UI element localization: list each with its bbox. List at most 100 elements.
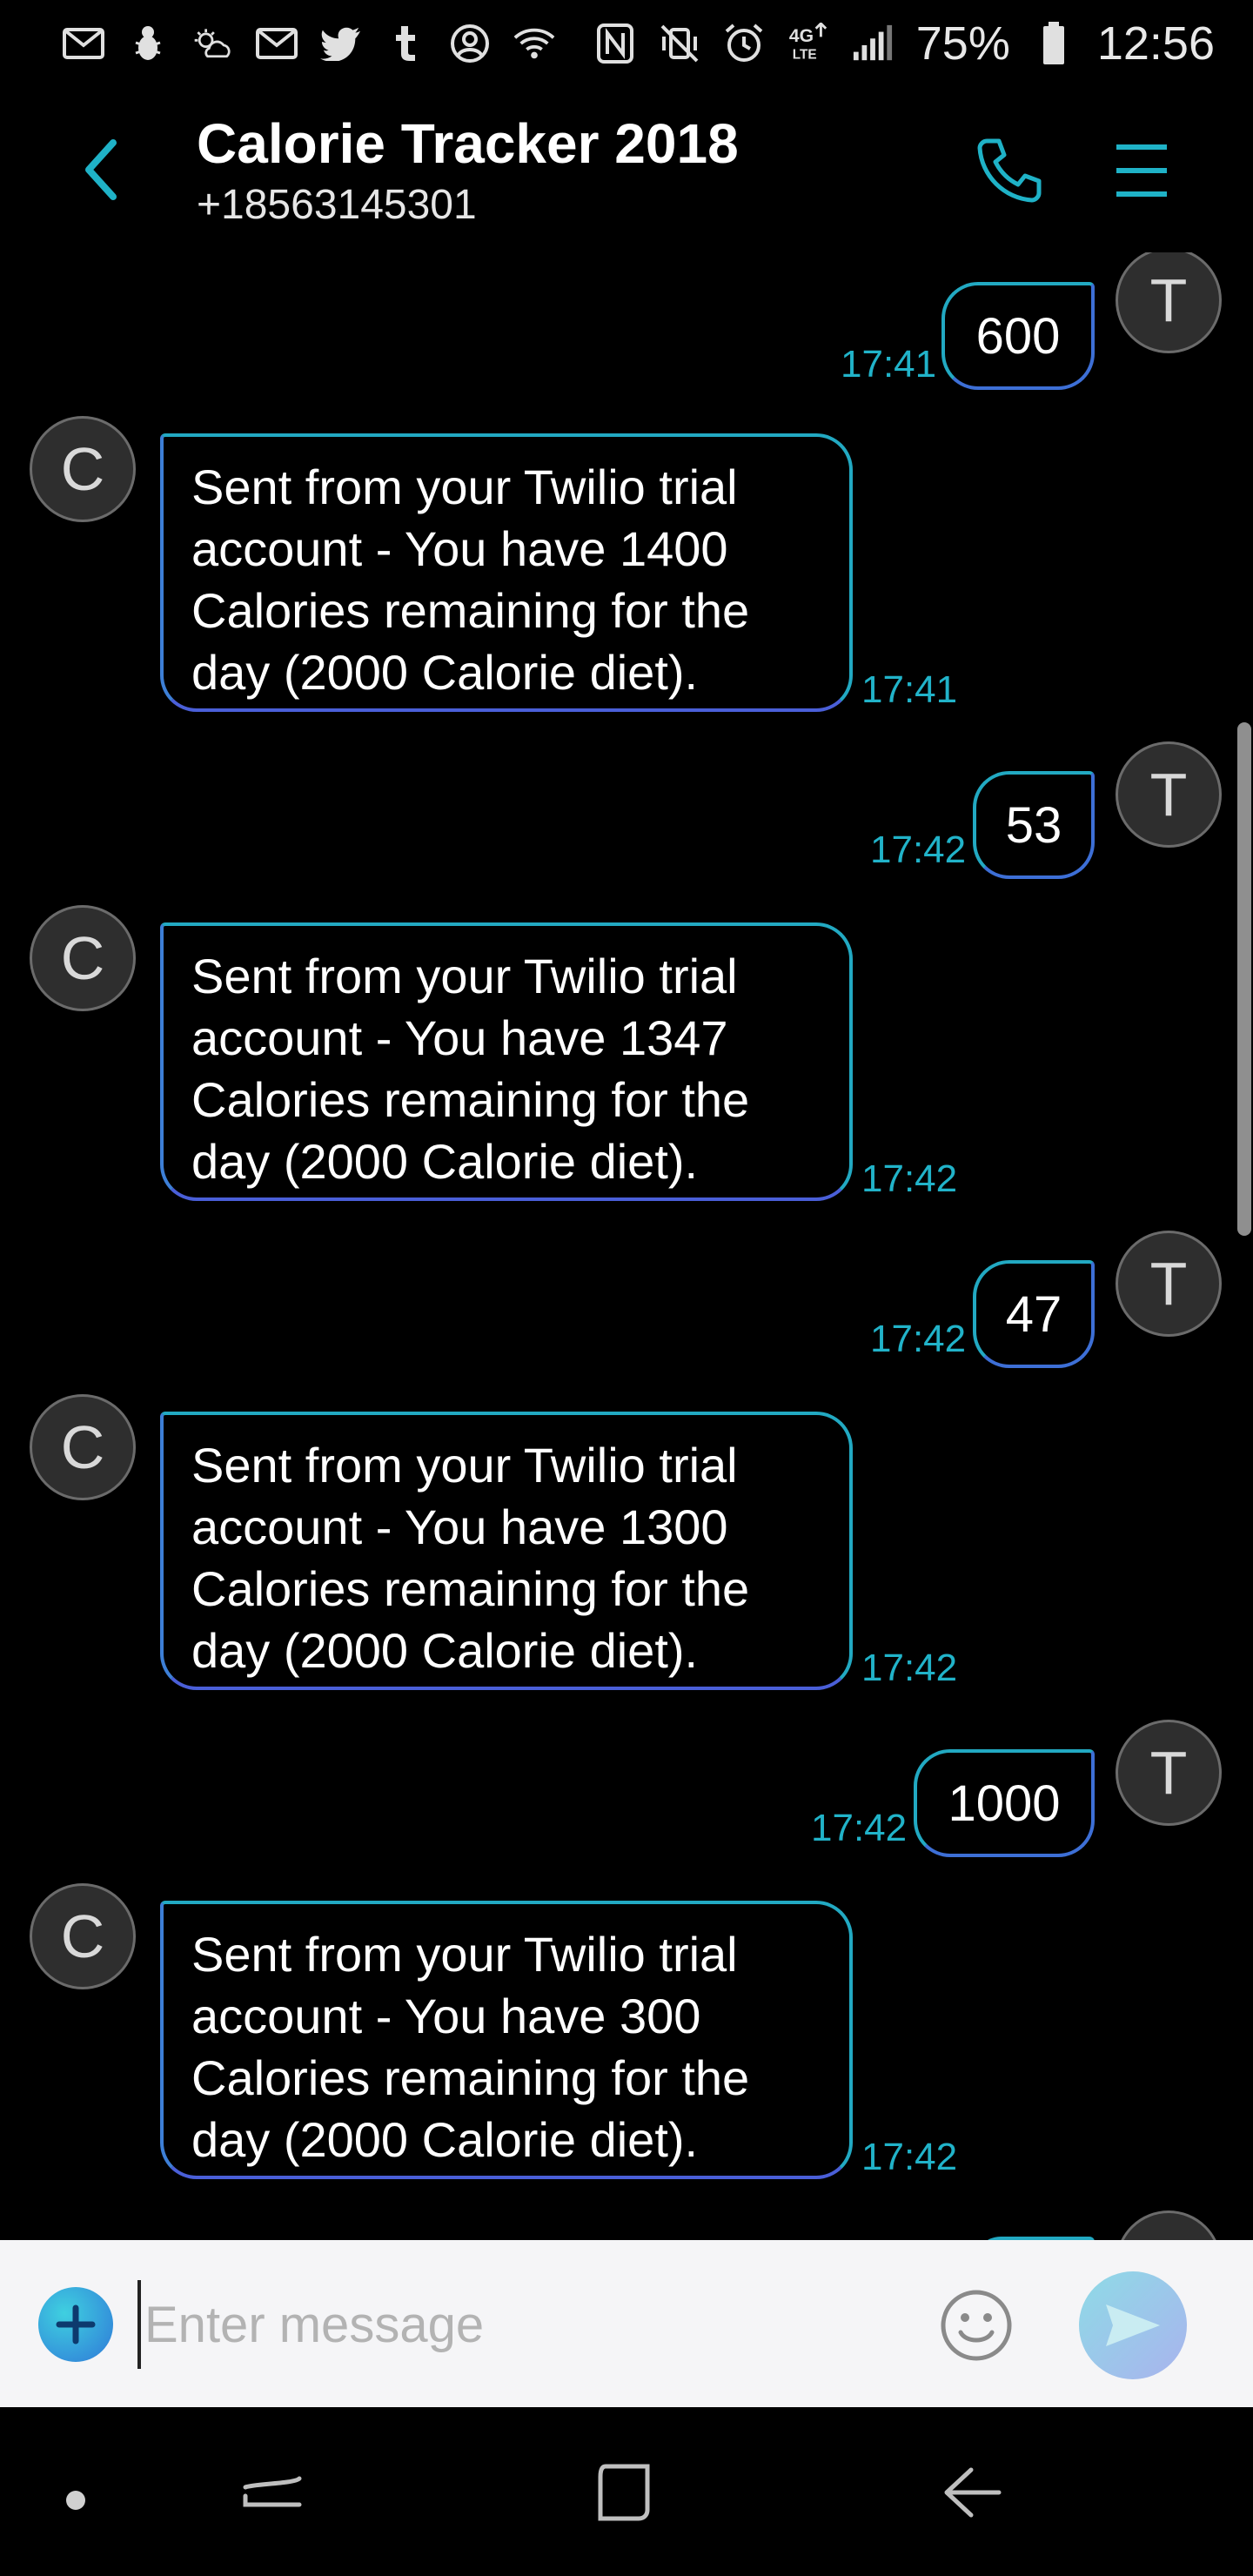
message-line: Sent from your Twilio trial xyxy=(191,949,738,1003)
avatar[interactable]: T xyxy=(1116,1720,1222,1826)
gmail-icon xyxy=(63,23,104,64)
message-text: 47 xyxy=(1005,1285,1062,1343)
clock: 12:56 xyxy=(1096,17,1215,70)
send-button[interactable] xyxy=(1079,2271,1187,2379)
message-line: Sent from your Twilio trial xyxy=(191,1438,738,1493)
weather-icon xyxy=(191,23,233,64)
message-line: day (2000 Calorie diet). xyxy=(191,645,699,700)
twitter-icon xyxy=(320,23,362,64)
system-status: 4G LTE 75% 12:56 xyxy=(594,17,1215,70)
message-line: account - You have 1400 xyxy=(191,521,728,576)
message-line: Calories remaining for the xyxy=(191,2050,750,2105)
message-text: 1000 xyxy=(948,1774,1061,1832)
battery-icon xyxy=(1033,22,1075,64)
message-line: day (2000 Calorie diet). xyxy=(191,2112,699,2167)
tumblr-icon xyxy=(385,23,426,64)
message-time: 17:41 xyxy=(861,668,958,711)
message-text: 53 xyxy=(1005,796,1062,854)
contact-name[interactable]: Calorie Tracker 2018 xyxy=(197,111,739,176)
avatar-initial: T xyxy=(1149,1739,1188,1807)
recents-icon xyxy=(243,2476,302,2507)
status-bar: 4G LTE 75% 12:56 xyxy=(0,0,1253,87)
home-icon xyxy=(598,2464,650,2521)
message-composer xyxy=(0,2240,1253,2407)
avatar-initial: T xyxy=(1149,1250,1188,1318)
back-nav-button[interactable] xyxy=(933,2452,1011,2531)
back-arrow-icon xyxy=(85,139,117,200)
notification-icons xyxy=(63,23,555,64)
avatar[interactable]: C xyxy=(30,1394,136,1500)
message-time: 17:42 xyxy=(870,828,967,871)
conversation-header: Calorie Tracker 2018 +18563145301 xyxy=(0,87,1253,252)
emoji-button[interactable] xyxy=(936,2285,1016,2365)
message-time: 17:42 xyxy=(861,1157,958,1200)
message-line: Sent from your Twilio trial xyxy=(191,460,738,514)
avatar-initial: C xyxy=(60,924,105,992)
message-line: account - You have 300 xyxy=(191,1989,701,2043)
signal-icon xyxy=(852,23,894,64)
call-button[interactable] xyxy=(971,132,1046,207)
menu-button[interactable] xyxy=(1112,136,1171,205)
message-line: account - You have 1347 xyxy=(191,1010,728,1065)
wifi-icon xyxy=(513,23,555,64)
contact-number: +18563145301 xyxy=(197,182,477,228)
plus-icon xyxy=(56,2304,96,2345)
message-time: 17:42 xyxy=(870,1318,967,1360)
avatar-initial: T xyxy=(1149,761,1188,828)
scrollbar[interactable] xyxy=(1237,722,1251,1236)
avatar-initial: C xyxy=(60,1902,105,1970)
avatar[interactable]: C xyxy=(30,416,136,522)
nfc-icon xyxy=(594,23,636,64)
outgoing-message-bubble[interactable]: 47 xyxy=(973,1260,1095,1368)
battery-percent: 75% xyxy=(915,17,1010,70)
phone-icon xyxy=(977,138,1042,203)
home-button[interactable] xyxy=(585,2452,663,2531)
message-time: 17:42 xyxy=(861,1647,958,1689)
menu-icon xyxy=(1116,144,1167,197)
svg-text:4G: 4G xyxy=(789,26,814,46)
outgoing-message-bubble[interactable]: 600 xyxy=(941,282,1095,390)
back-nav-icon xyxy=(944,2467,1002,2518)
incoming-message-bubble[interactable]: Sent from your Twilio trial account - Yo… xyxy=(160,1412,853,1690)
avatar[interactable]: T xyxy=(1116,252,1222,353)
message-time: 17:42 xyxy=(861,2136,958,2178)
svg-text:LTE: LTE xyxy=(793,47,817,62)
gmail-icon xyxy=(256,23,298,64)
message-time: 17:42 xyxy=(811,1807,908,1849)
message-line: Sent from your Twilio trial xyxy=(191,1927,738,1982)
incoming-message-bubble[interactable]: Sent from your Twilio trial account - Yo… xyxy=(160,1901,853,2179)
message-line: Calories remaining for the xyxy=(191,1072,750,1127)
message-time: 17:41 xyxy=(841,343,937,386)
partial-avatar xyxy=(1116,2210,1222,2240)
avatar-initial: C xyxy=(60,435,105,503)
message-input[interactable] xyxy=(137,2280,912,2369)
account-icon xyxy=(449,23,491,64)
avatar[interactable]: C xyxy=(30,1883,136,1989)
message-list[interactable]: 17:41 600 T C Sent from your Twilio tria… xyxy=(0,252,1253,2240)
incoming-message-bubble[interactable]: Sent from your Twilio trial account - Yo… xyxy=(160,433,853,712)
message-line: Calories remaining for the xyxy=(191,583,750,638)
outgoing-message-bubble[interactable]: 1000 xyxy=(914,1749,1095,1857)
send-arrow-icon xyxy=(1106,2304,1160,2346)
avatar-initial: C xyxy=(60,1413,105,1481)
nav-indicator-dot xyxy=(66,2491,85,2510)
message-text: 600 xyxy=(975,307,1061,365)
vibrate-icon xyxy=(659,23,700,64)
bug-icon xyxy=(127,23,169,64)
avatar-initial: T xyxy=(1149,266,1188,334)
back-button[interactable] xyxy=(70,131,132,209)
message-line: account - You have 1300 xyxy=(191,1499,728,1554)
avatar[interactable]: C xyxy=(30,905,136,1011)
add-attachment-button[interactable] xyxy=(38,2287,113,2362)
message-line: Calories remaining for the xyxy=(191,1561,750,1616)
avatar[interactable]: T xyxy=(1116,741,1222,848)
message-line: day (2000 Calorie diet). xyxy=(191,1134,699,1189)
message-line: day (2000 Calorie diet). xyxy=(191,1623,699,1678)
4g-lte-icon: 4G LTE xyxy=(787,23,829,64)
avatar[interactable]: T xyxy=(1116,1231,1222,1337)
outgoing-message-bubble[interactable]: 53 xyxy=(973,771,1095,879)
incoming-message-bubble[interactable]: Sent from your Twilio trial account - Yo… xyxy=(160,922,853,1201)
smiley-icon xyxy=(941,2290,1012,2361)
alarm-icon xyxy=(723,23,765,64)
recent-apps-button[interactable] xyxy=(233,2452,312,2531)
